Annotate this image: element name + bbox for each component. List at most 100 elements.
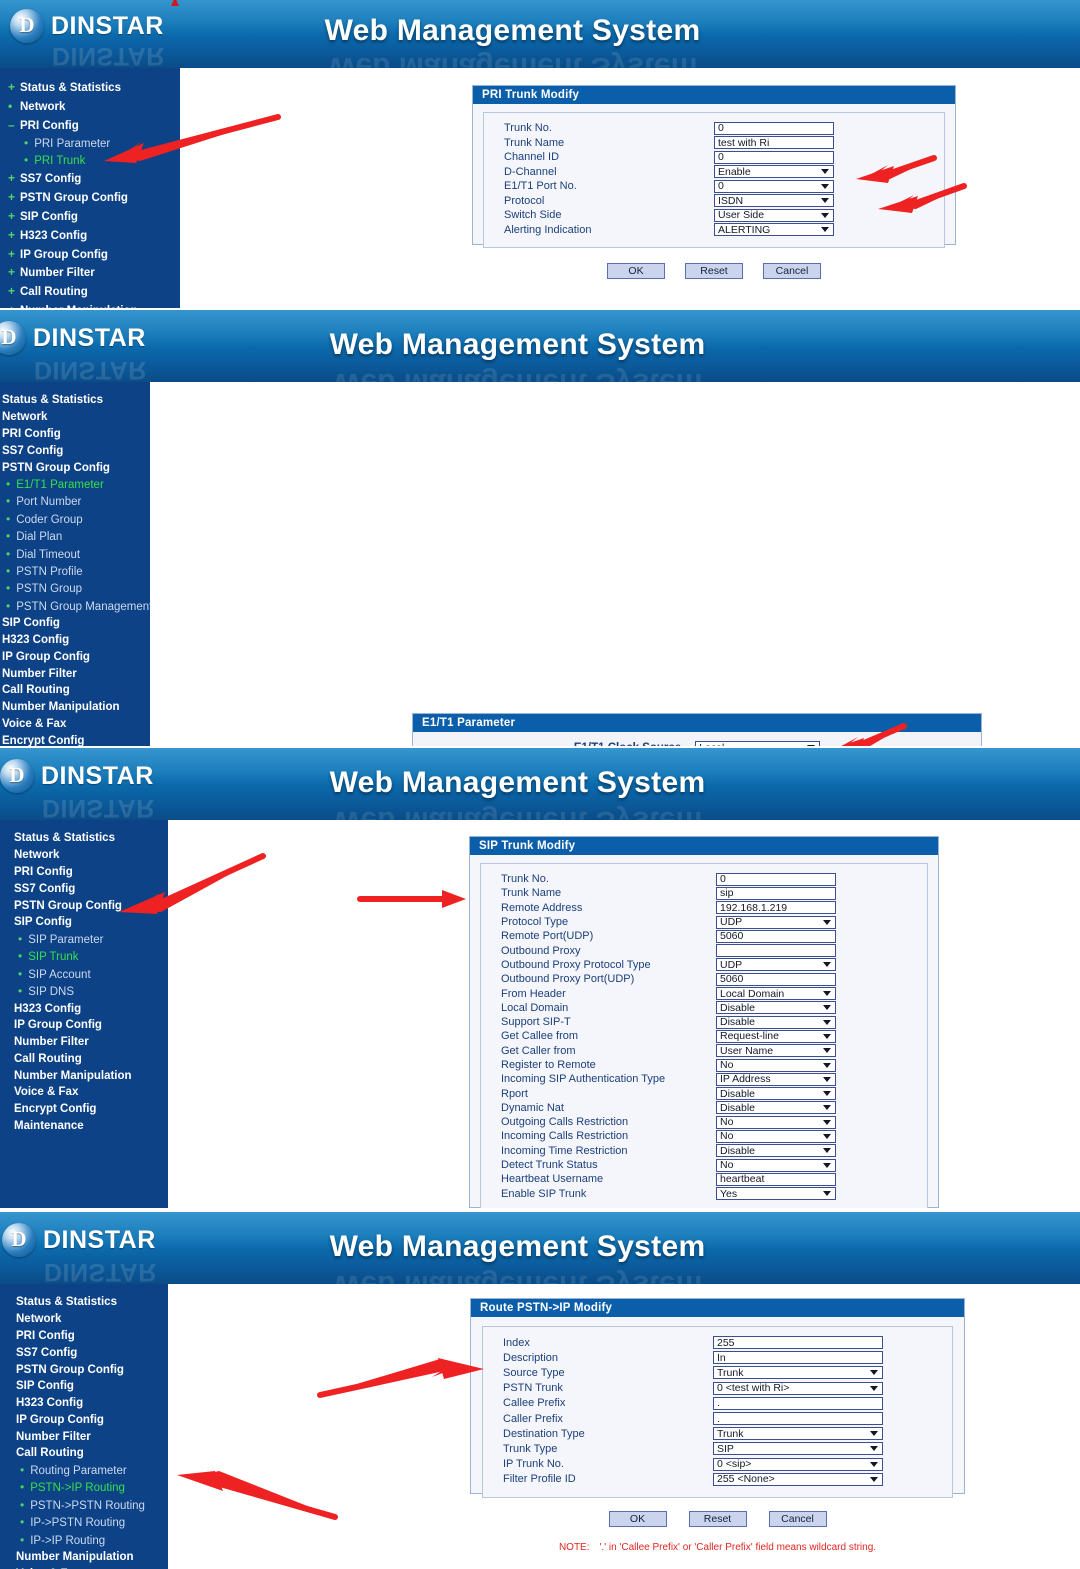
sidebar-item-ip-group-config[interactable]: + IP Group Config bbox=[0, 244, 180, 263]
sidebar-item-number-filter[interactable]: + Number Filter bbox=[0, 263, 180, 282]
sidebar-item-h323-config[interactable]: H323 Config bbox=[0, 1395, 168, 1412]
detect-trunk-status-select[interactable]: No bbox=[716, 1158, 836, 1172]
bullet-icon[interactable]: • bbox=[8, 99, 15, 113]
sidebar-item-dial-timeout[interactable]: • Dial Timeout bbox=[0, 545, 150, 562]
support-sip-t-select[interactable]: Disable bbox=[716, 1015, 836, 1029]
source-type-select[interactable]: Trunk bbox=[713, 1366, 883, 1380]
sidebar-item-ss7-config[interactable]: + SS7 Config bbox=[0, 169, 180, 188]
sidebar-item-ss7-config[interactable]: SS7 Config bbox=[0, 880, 168, 897]
get-caller-from-select[interactable]: User Name bbox=[716, 1044, 836, 1058]
sidebar-item-status-statistics[interactable]: Status & Statistics bbox=[0, 392, 150, 409]
expand-toggle-icon[interactable]: + bbox=[8, 190, 15, 204]
sidebar-nav-3[interactable]: Status & Statistics Network PRI Config SS7 … bbox=[0, 820, 168, 1208]
sidebar-item-dial-plan[interactable]: • Dial Plan bbox=[0, 528, 150, 545]
sidebar-item-sip-config[interactable]: SIP Config bbox=[0, 1378, 168, 1395]
sidebar-item-pri-config[interactable]: PRI Config bbox=[0, 426, 150, 443]
sidebar-item-port-number[interactable]: • Port Number bbox=[0, 493, 150, 510]
sidebar-item-sip-config[interactable]: + SIP Config bbox=[0, 207, 180, 226]
sidebar-item-pstn-group-config[interactable]: + PSTN Group Config bbox=[0, 188, 180, 207]
expand-toggle-icon[interactable]: + bbox=[8, 265, 15, 279]
sidebar-item-ip-group-config[interactable]: IP Group Config bbox=[0, 648, 150, 665]
sidebar-item-sip-dns[interactable]: • SIP DNS bbox=[0, 983, 168, 1000]
sidebar-item-pri-config[interactable]: PRI Config bbox=[0, 864, 168, 881]
sidebar-item-number-filter[interactable]: Number Filter bbox=[0, 665, 150, 682]
protocol-select[interactable]: ISDN bbox=[714, 194, 834, 208]
sidebar-item-routing-parameter[interactable]: • Routing Parameter bbox=[0, 1462, 168, 1479]
cancel-button[interactable]: Cancel bbox=[763, 263, 821, 279]
sidebar-item-pri-parameter[interactable]: • PRI Parameter bbox=[0, 134, 180, 151]
sidebar-item-pri-config[interactable]: – PRI Config bbox=[0, 116, 180, 135]
ok-button[interactable]: OK bbox=[608, 1511, 667, 1527]
sidebar-item-voice-fax[interactable]: Voice & Fax bbox=[0, 1565, 168, 1569]
d-channel-select[interactable]: Enable bbox=[714, 165, 834, 179]
incoming-sip-authentication-type-select[interactable]: IP Address bbox=[716, 1072, 836, 1086]
enable-sip-trunk-select[interactable]: Yes bbox=[716, 1187, 836, 1201]
incoming-calls-restriction-select[interactable]: No bbox=[716, 1129, 836, 1143]
sidebar-item-pstn-group[interactable]: • PSTN Group bbox=[0, 580, 150, 597]
index-input[interactable]: 255 bbox=[713, 1336, 883, 1350]
expand-toggle-icon[interactable]: + bbox=[8, 228, 15, 242]
reset-button[interactable]: Reset bbox=[685, 263, 743, 279]
clock-source-select[interactable]: Local bbox=[695, 741, 821, 746]
sidebar-item-ip-pstn-routing[interactable]: • IP->PSTN Routing bbox=[0, 1514, 168, 1531]
outgoing-calls-restriction-select[interactable]: No bbox=[716, 1115, 836, 1129]
sidebar-item-network[interactable]: • Network bbox=[0, 97, 180, 116]
sidebar-item-number-manipulation[interactable]: Number Manipulation bbox=[0, 699, 150, 716]
sidebar-item-ip-group-config[interactable]: IP Group Config bbox=[0, 1017, 168, 1034]
remote-port-udp-input[interactable]: 5060 bbox=[716, 929, 836, 943]
sidebar-item-encrypt-config[interactable]: Encrypt Config bbox=[0, 732, 150, 746]
outbound-proxy-port-udp-input[interactable]: 5060 bbox=[716, 972, 836, 986]
sidebar-item-call-routing[interactable]: Call Routing bbox=[0, 1051, 168, 1068]
sidebar-item-number-filter[interactable]: Number Filter bbox=[0, 1428, 168, 1445]
local-domain-select[interactable]: Disable bbox=[716, 1001, 836, 1015]
sidebar-item-e1-t1-parameter[interactable]: • E1/T1 Parameter bbox=[0, 476, 150, 493]
filter-profile-id-select[interactable]: 255 <None> bbox=[713, 1472, 883, 1486]
collapse-toggle-icon[interactable]: – bbox=[8, 118, 15, 132]
sidebar-item-pstn-group-management[interactable]: • PSTN Group Management bbox=[0, 598, 152, 615]
sidebar-item-status-statistics[interactable]: Status & Statistics bbox=[0, 1294, 168, 1311]
rport-select[interactable]: Disable bbox=[716, 1087, 836, 1101]
sidebar-item-call-routing[interactable]: Call Routing bbox=[0, 1445, 168, 1462]
pstn-trunk-select[interactable]: 0 <test with Ri> bbox=[713, 1381, 883, 1395]
sidebar-item-pstn-pstn-routing[interactable]: • PSTN->PSTN Routing bbox=[0, 1497, 168, 1514]
expand-toggle-icon[interactable]: + bbox=[8, 171, 15, 185]
sidebar-item-ip-ip-routing[interactable]: • IP->IP Routing bbox=[0, 1531, 168, 1548]
channel-id-input[interactable]: 0 bbox=[714, 150, 834, 164]
sidebar-item-status-statistics[interactable]: Status & Statistics bbox=[0, 830, 168, 847]
dynamic-nat-select[interactable]: Disable bbox=[716, 1101, 836, 1115]
caller-prefix-input[interactable]: . bbox=[713, 1412, 883, 1426]
sidebar-nav-1[interactable]: + Status & Statistics • Network – PRI Config •… bbox=[0, 68, 180, 308]
sidebar-item-sip-trunk[interactable]: • SIP Trunk bbox=[0, 948, 168, 965]
sidebar-item-sip-config[interactable]: SIP Config bbox=[0, 914, 168, 931]
outbound-proxy-input[interactable] bbox=[716, 944, 836, 958]
sidebar-item-ss7-config[interactable]: SS7 Config bbox=[0, 442, 150, 459]
destination-type-select[interactable]: Trunk bbox=[713, 1427, 883, 1441]
sidebar-item-number-manipulation[interactable]: Number Manipulation bbox=[0, 1067, 168, 1084]
switch-side-select[interactable]: User Side bbox=[714, 208, 834, 222]
sidebar-nav-4[interactable]: Status & Statistics Network PRI Config SS7 … bbox=[0, 1284, 168, 1569]
cancel-button[interactable]: Cancel bbox=[768, 1511, 827, 1527]
heartbeat-username-input[interactable]: heartbeat bbox=[716, 1172, 836, 1186]
callee-prefix-input[interactable]: . bbox=[713, 1396, 883, 1410]
remote-address-input[interactable]: 192.168.1.219 bbox=[716, 901, 836, 915]
sidebar-item-pstn-group-config[interactable]: PSTN Group Config bbox=[0, 897, 168, 914]
protocol-type-select[interactable]: UDP bbox=[716, 915, 836, 929]
sidebar-item-coder-group[interactable]: • Coder Group bbox=[0, 511, 150, 528]
sidebar-item-pstn-group-config[interactable]: PSTN Group Config bbox=[0, 459, 150, 476]
sidebar-item-network[interactable]: Network bbox=[0, 1311, 168, 1328]
sidebar-item-pstn-group-config[interactable]: PSTN Group Config bbox=[0, 1361, 168, 1378]
expand-toggle-icon[interactable]: + bbox=[8, 209, 15, 223]
register-to-remote-select[interactable]: No bbox=[716, 1058, 836, 1072]
sidebar-item-sip-config[interactable]: SIP Config bbox=[0, 615, 150, 632]
sidebar-item-call-routing[interactable]: + Call Routing bbox=[0, 282, 180, 301]
sidebar-item-encrypt-config[interactable]: Encrypt Config bbox=[0, 1101, 168, 1118]
sidebar-item-maintenance[interactable]: Maintenance bbox=[0, 1118, 168, 1135]
expand-toggle-icon[interactable]: + bbox=[8, 284, 15, 298]
sidebar-item-pri-config[interactable]: PRI Config bbox=[0, 1328, 168, 1345]
sidebar-item-number-manipulation[interactable]: + Number Manipulation bbox=[0, 301, 180, 308]
sidebar-item-h323-config[interactable]: H323 Config bbox=[0, 632, 150, 649]
from-header-select[interactable]: Local Domain bbox=[716, 987, 836, 1001]
sidebar-item-h323-config[interactable]: + H323 Config bbox=[0, 225, 180, 244]
sidebar-item-voice-fax[interactable]: Voice & Fax bbox=[0, 1084, 168, 1101]
expand-toggle-icon[interactable]: + bbox=[8, 80, 15, 94]
